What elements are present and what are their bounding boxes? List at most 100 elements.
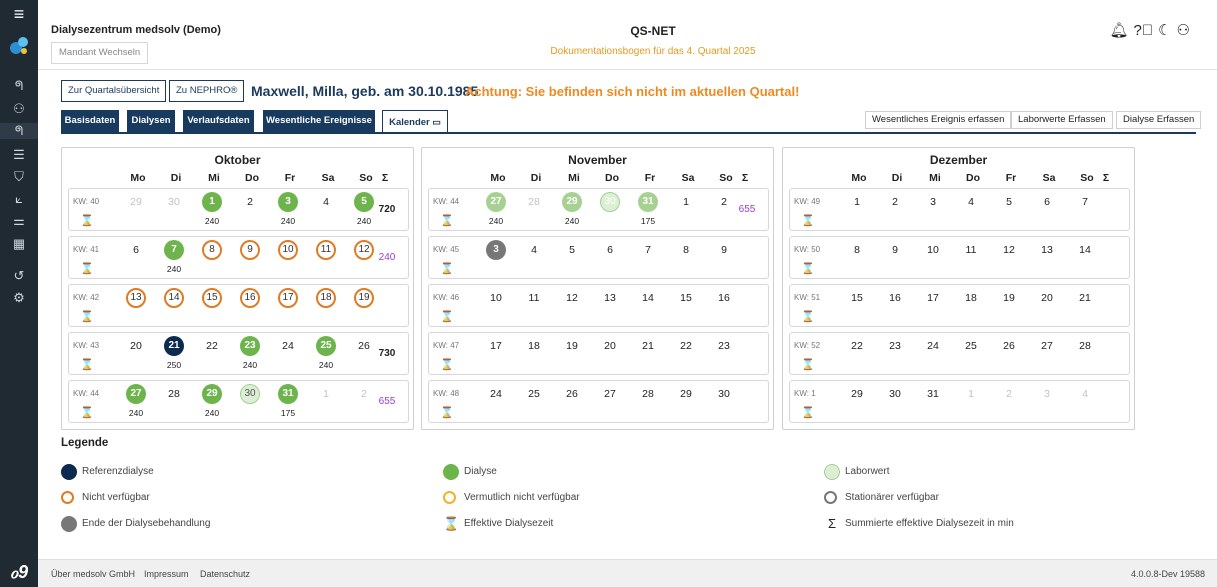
calendar-day[interactable]: 22 — [844, 336, 870, 356]
footer-link-impressum[interactable]: Impressum — [144, 569, 189, 579]
calendar-day[interactable]: 19 — [354, 288, 374, 308]
calendar-day[interactable]: 8 — [202, 240, 222, 260]
calendar-day[interactable]: 25 — [521, 384, 547, 404]
calendar-day[interactable]: 8 — [673, 240, 699, 260]
calendar-day[interactable]: 27 — [597, 384, 623, 404]
footer-link-datenschutz[interactable]: Datenschutz — [200, 569, 250, 579]
calendar-day[interactable]: 20 — [123, 336, 149, 356]
calendar-day[interactable]: 7 — [164, 240, 184, 260]
calendar-day[interactable]: 5 — [354, 192, 374, 212]
calendar-day[interactable]: 12 — [354, 240, 374, 260]
calendar-day[interactable]: 3 — [278, 192, 298, 212]
calendar-day[interactable]: 5 — [996, 192, 1022, 212]
calendar-day[interactable]: 31 — [638, 192, 658, 212]
footer-link-about[interactable]: Über medsolv GmbH — [51, 569, 135, 579]
calendar-day[interactable]: 4 — [313, 192, 339, 212]
calendar-day[interactable]: 24 — [920, 336, 946, 356]
user-icon[interactable]: ⚇ — [1177, 22, 1195, 39]
calendar-day[interactable]: 22 — [199, 336, 225, 356]
calendar-day[interactable]: 16 — [882, 288, 908, 308]
calendar-day[interactable]: 13 — [597, 288, 623, 308]
tab-basisdaten[interactable]: Basisdaten — [61, 110, 119, 132]
calendar-day[interactable]: 12 — [559, 288, 585, 308]
tab-verlaufsdaten[interactable]: Verlaufsdaten — [183, 110, 254, 132]
calendar-day[interactable]: 14 — [1072, 240, 1098, 260]
tab-kalender[interactable]: Kalender ▭ — [382, 110, 448, 133]
calendar-day[interactable]: 27 — [126, 384, 146, 404]
calendar-day[interactable]: 6 — [123, 240, 149, 260]
calendar-day[interactable]: 27 — [1034, 336, 1060, 356]
calendar-day[interactable]: 21 — [164, 336, 184, 356]
calendar-day[interactable]: 31 — [920, 384, 946, 404]
calendar-day[interactable]: 14 — [635, 288, 661, 308]
calendar-day[interactable]: 14 — [164, 288, 184, 308]
calendar-day[interactable]: 18 — [958, 288, 984, 308]
chart-icon[interactable]: ⟀ — [0, 191, 38, 207]
calendar-day[interactable]: 24 — [483, 384, 509, 404]
calendar-day[interactable]: 3 — [486, 240, 506, 260]
tab-dialysen[interactable]: Dialysen — [127, 110, 175, 132]
calendar-day[interactable]: 26 — [996, 336, 1022, 356]
calendar-day[interactable]: 15 — [673, 288, 699, 308]
calendar-day[interactable]: 17 — [920, 288, 946, 308]
menu-icon[interactable]: ≡ — [0, 5, 38, 23]
calendar-day[interactable]: 1 — [958, 384, 984, 404]
bell-icon[interactable]: 🔔︎ — [1109, 22, 1133, 39]
calendar-day[interactable]: 9 — [711, 240, 737, 260]
calendar-day[interactable]: 3 — [1034, 384, 1060, 404]
calendar-day[interactable]: 30 — [600, 192, 620, 212]
calendar-day[interactable]: 26 — [559, 384, 585, 404]
calendar-day[interactable]: 4 — [521, 240, 547, 260]
calendar-day[interactable]: 31 — [278, 384, 298, 404]
calendar-day[interactable]: 7 — [1072, 192, 1098, 212]
calendar-day[interactable]: 30 — [161, 192, 187, 212]
calendar-day[interactable]: 4 — [958, 192, 984, 212]
calendar-day[interactable]: 29 — [844, 384, 870, 404]
calendar-day[interactable]: 9 — [240, 240, 260, 260]
nephro-button[interactable]: Zu NEPHRO® — [169, 80, 245, 102]
calendar-day[interactable]: 16 — [240, 288, 260, 308]
calendar-day[interactable]: 23 — [711, 336, 737, 356]
building-icon[interactable]: ▦ — [0, 236, 38, 252]
calendar-day[interactable]: 13 — [126, 288, 146, 308]
calendar-day[interactable]: 20 — [597, 336, 623, 356]
calendar-day[interactable]: 9 — [882, 240, 908, 260]
calendar-day[interactable]: 10 — [920, 240, 946, 260]
calendar-day[interactable]: 29 — [202, 384, 222, 404]
list-icon[interactable]: ☰ — [0, 147, 38, 163]
mandant-wechseln-button[interactable]: Mandant Wechseln — [51, 42, 149, 64]
calendar-day[interactable]: 11 — [521, 288, 547, 308]
calendar-day[interactable]: 17 — [278, 288, 298, 308]
quartalsuebersicht-button[interactable]: Zur Quartalsübersicht — [61, 80, 167, 102]
calendar-day[interactable]: 2 — [237, 192, 263, 212]
calendar-day[interactable]: 4 — [1072, 384, 1098, 404]
calendar-day[interactable]: 24 — [275, 336, 301, 356]
calendar-day[interactable]: 28 — [635, 384, 661, 404]
calendar-day[interactable]: 1 — [673, 192, 699, 212]
moon-icon[interactable]: ☾ — [1158, 22, 1176, 39]
dialyse-erfassen-button[interactable]: Dialyse Erfassen — [1116, 111, 1202, 129]
calendar-day[interactable]: 17 — [483, 336, 509, 356]
calendar-day[interactable]: 20 — [1034, 288, 1060, 308]
calendar-day[interactable]: 1 — [313, 384, 339, 404]
calendar-day[interactable]: 6 — [1034, 192, 1060, 212]
gear-icon[interactable]: ⚙ — [0, 290, 38, 306]
calendar-day[interactable]: 23 — [240, 336, 260, 356]
calendar-day[interactable]: 1 — [202, 192, 222, 212]
calendar-day[interactable]: 30 — [240, 384, 260, 404]
calendar-day[interactable]: 28 — [521, 192, 547, 212]
calendar-day[interactable]: 29 — [562, 192, 582, 212]
calendar-day[interactable]: 25 — [316, 336, 336, 356]
calendar-day[interactable]: 10 — [483, 288, 509, 308]
calendar-day[interactable]: 30 — [882, 384, 908, 404]
history-icon[interactable]: ↺ — [0, 268, 38, 284]
calendar-day[interactable]: 16 — [711, 288, 737, 308]
calendar-day[interactable]: 21 — [635, 336, 661, 356]
calendar-day[interactable]: 29 — [673, 384, 699, 404]
calendar-day[interactable]: 19 — [559, 336, 585, 356]
calendar-day[interactable]: 10 — [278, 240, 298, 260]
calendar-day[interactable]: 18 — [521, 336, 547, 356]
calendar-day[interactable]: 11 — [958, 240, 984, 260]
settings-sliders-icon[interactable]: ⚌ — [0, 213, 38, 229]
calendar-day[interactable]: 7 — [635, 240, 661, 260]
